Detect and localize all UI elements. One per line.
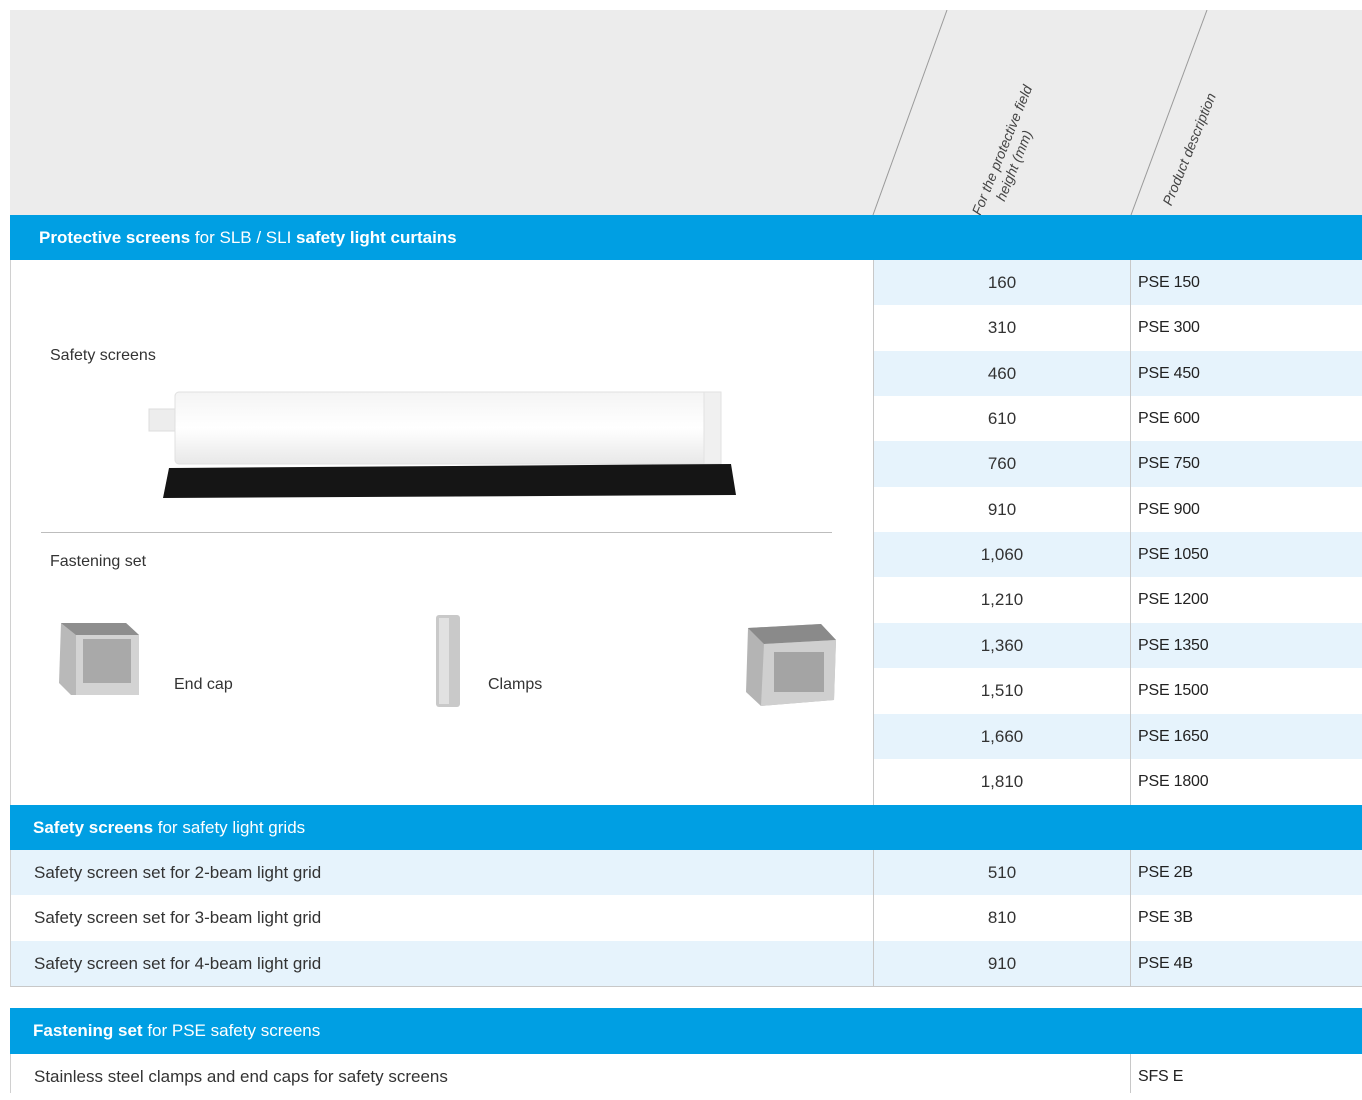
section-title-bold-2: safety light curtains [296, 227, 457, 247]
section-band-safety-screens: Safety screens for safety light grids [10, 805, 1362, 850]
table-row: 460 PSE 450 [874, 351, 1362, 396]
row-product-code: PSE 1050 [1138, 545, 1209, 563]
row-height-value: 610 [987, 408, 1017, 428]
safety-screens-label: Safety screens [50, 347, 156, 364]
table-row: 910 PSE 900 [874, 487, 1362, 532]
table-row: 1,360 PSE 1350 [874, 623, 1362, 668]
row-height-value: 910 [987, 953, 1017, 973]
end-cap-image-2 [746, 624, 836, 706]
table-row: 1,660 PSE 1650 [874, 714, 1362, 759]
table-header: For the protective field height (mm) Pro… [10, 10, 1362, 217]
section2-rows: Safety screen set for 2-beam light grid … [10, 850, 1362, 987]
section-title-bold: Fastening set [33, 1021, 143, 1040]
section-title-bold: Protective screens [39, 227, 191, 247]
row-product-code: PSE 300 [1138, 319, 1200, 336]
row-product-code: PSE 4B [1138, 954, 1193, 972]
section-title-mid: for SLB / SLI [190, 227, 297, 247]
section-band-fastening-set: Fastening set for PSE safety screens [10, 1008, 1362, 1054]
row-height-value: 1,360 [980, 635, 1024, 655]
row-product-code: PSE 750 [1138, 455, 1200, 472]
section1-rows: 160 PSE 150 310 PSE 300 460 PSE 450 610 … [873, 260, 1362, 805]
row-product-code: PSE 1800 [1138, 773, 1209, 790]
row-product-code: PSE 2B [1138, 863, 1193, 881]
table-row: 1,510 PSE 1500 [874, 668, 1362, 714]
table-row: 1,060 PSE 1050 [874, 532, 1362, 577]
row-description: Safety screen set for 3-beam light grid [34, 908, 322, 927]
column-divider [1130, 1054, 1131, 1093]
table-row: Safety screen set for 3-beam light grid … [11, 895, 1362, 941]
section-band-protective-screens: Protective screens for SLB / SLI safety … [10, 215, 1362, 260]
safety-screen-image [148, 391, 736, 498]
row-height-value: 810 [987, 908, 1017, 927]
column-divider [1130, 260, 1131, 805]
section-title-rest: for PSE safety screens [142, 1021, 321, 1040]
row-height-value: 1,060 [980, 544, 1024, 564]
row-height-value: 1,660 [980, 726, 1024, 746]
section-title-bold: Safety screens [33, 817, 154, 837]
row-height-value: 460 [987, 363, 1017, 383]
header-dividers [872, 10, 1208, 215]
row-description: Safety screen set for 2-beam light grid [34, 862, 322, 882]
end-cap-image [59, 623, 139, 695]
row-height-value: 1,810 [980, 772, 1024, 791]
row-product-code: SFS E [1138, 1068, 1184, 1085]
clamps-label: Clamps [488, 676, 543, 693]
row-product-code: PSE 150 [1138, 273, 1200, 291]
table-row: 760 PSE 750 [874, 441, 1362, 487]
row-product-code: PSE 1650 [1138, 727, 1209, 745]
row-product-code: PSE 1500 [1138, 682, 1209, 699]
table-row: 310 PSE 300 [874, 305, 1362, 351]
row-product-code: PSE 1200 [1138, 591, 1209, 608]
section-title-rest: for safety light grids [153, 817, 306, 837]
row-height-value: 1,510 [980, 681, 1024, 700]
row-height-value: 910 [987, 499, 1017, 519]
end-cap-label: End cap [174, 676, 233, 693]
row-product-code: PSE 600 [1138, 409, 1200, 427]
table-row: Stainless steel clamps and end caps for … [11, 1054, 1362, 1100]
row-height-value: 760 [987, 454, 1017, 473]
row-height-value: 510 [987, 862, 1017, 882]
row-product-code: PSE 900 [1138, 500, 1200, 518]
table-row: 1,210 PSE 1200 [874, 577, 1362, 623]
table-row: Safety screen set for 2-beam light grid … [11, 850, 1362, 895]
product-image-panel: Safety screens Fastening set End cap Cla… [10, 260, 873, 805]
row-height-value [874, 1054, 1130, 1100]
table-row: 610 PSE 600 [874, 396, 1362, 441]
row-product-code: PSE 3B [1138, 909, 1193, 926]
section3-rows: Stainless steel clamps and end caps for … [10, 1054, 1362, 1093]
row-height-value: 160 [987, 272, 1017, 292]
row-product-code: PSE 450 [1138, 364, 1200, 382]
panel-divider [41, 532, 832, 533]
table-row: Safety screen set for 4-beam light grid … [11, 941, 1362, 986]
table-row: 160 PSE 150 [874, 260, 1362, 305]
row-height-value: 310 [987, 318, 1017, 337]
column-divider [1130, 850, 1131, 986]
clamp-image [436, 615, 460, 707]
fastening-set-label: Fastening set [50, 553, 147, 570]
row-description: Safety screen set for 4-beam light grid [34, 953, 322, 973]
row-product-code: PSE 1350 [1138, 636, 1209, 654]
row-height-value: 1,210 [980, 590, 1024, 609]
table-row: 1,810 PSE 1800 [874, 759, 1362, 805]
column-divider [873, 850, 874, 986]
row-description: Stainless steel clamps and end caps for … [34, 1067, 448, 1086]
